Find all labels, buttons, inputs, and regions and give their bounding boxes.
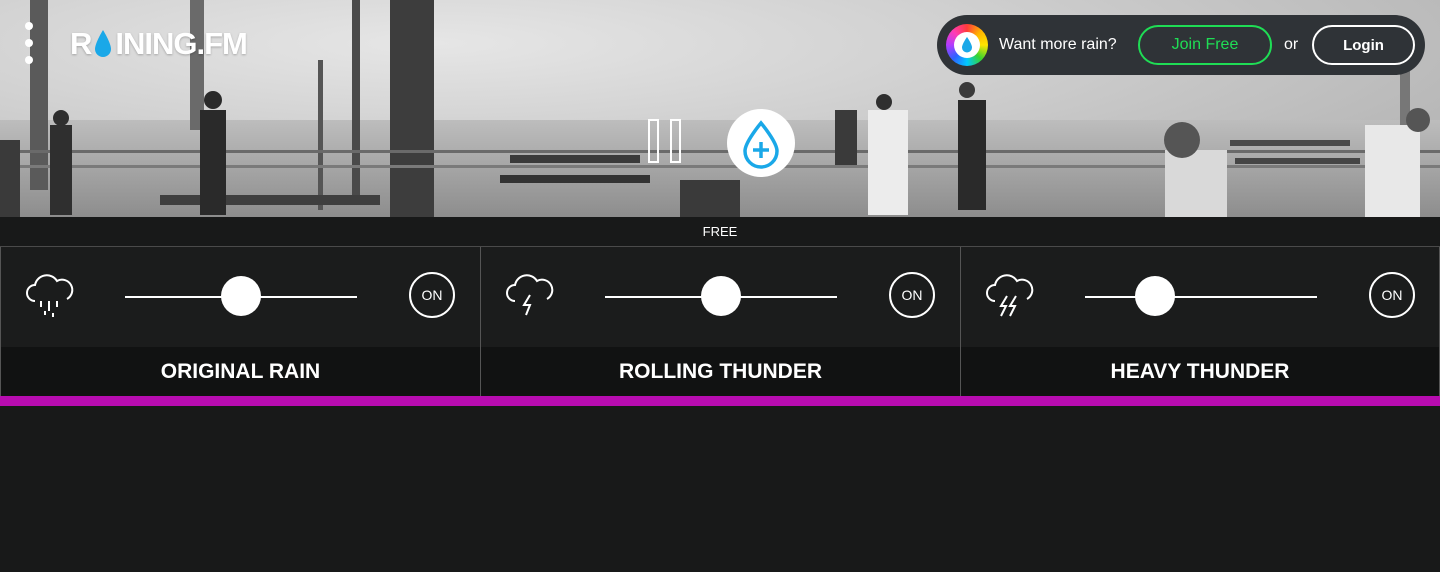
volume-slider-thumb[interactable] <box>1135 276 1175 316</box>
volume-slider[interactable] <box>1085 296 1317 298</box>
content-area <box>0 406 1440 572</box>
add-rain-button[interactable] <box>727 109 795 177</box>
thunder-cloud-icon <box>506 274 554 316</box>
add-drop-icon <box>743 120 779 169</box>
logo-text: INING.FM <box>115 26 247 61</box>
rain-cloud-icon <box>26 274 74 317</box>
raining-fm-logo[interactable]: R INING.FM <box>70 24 248 64</box>
accent-divider <box>0 396 1440 406</box>
channel-original-rain: ON ORIGINAL RAIN <box>0 247 480 396</box>
join-free-button[interactable]: Join Free <box>1138 25 1272 65</box>
channel-name: HEAVY THUNDER <box>961 347 1439 396</box>
pause-button[interactable] <box>646 119 692 165</box>
channel-controls: ON <box>961 247 1439 347</box>
channel-controls: ON <box>481 247 960 347</box>
channel-heavy-thunder: ON HEAVY THUNDER <box>960 247 1440 396</box>
rainbow-drop-icon <box>946 24 988 66</box>
raindrop-logo-icon <box>95 30 112 57</box>
toggle-button[interactable]: ON <box>1369 272 1415 318</box>
logo-letter: R <box>70 26 92 61</box>
upsell-prompt: Want more rain? <box>999 36 1117 53</box>
channel-controls: ON <box>1 247 480 347</box>
toggle-button[interactable]: ON <box>409 272 455 318</box>
volume-slider-thumb[interactable] <box>221 276 261 316</box>
heavy-thunder-cloud-icon <box>986 274 1034 317</box>
channel-name: ORIGINAL RAIN <box>1 347 480 396</box>
toggle-button[interactable]: ON <box>889 272 935 318</box>
channel-name: ROLLING THUNDER <box>481 347 960 396</box>
tier-label: FREE <box>0 217 1440 247</box>
volume-slider-thumb[interactable] <box>701 276 741 316</box>
channel-rolling-thunder: ON ROLLING THUNDER <box>480 247 960 396</box>
login-button[interactable]: Login <box>1312 25 1415 65</box>
or-label: or <box>1284 36 1299 53</box>
menu-dots-icon[interactable] <box>22 20 36 70</box>
